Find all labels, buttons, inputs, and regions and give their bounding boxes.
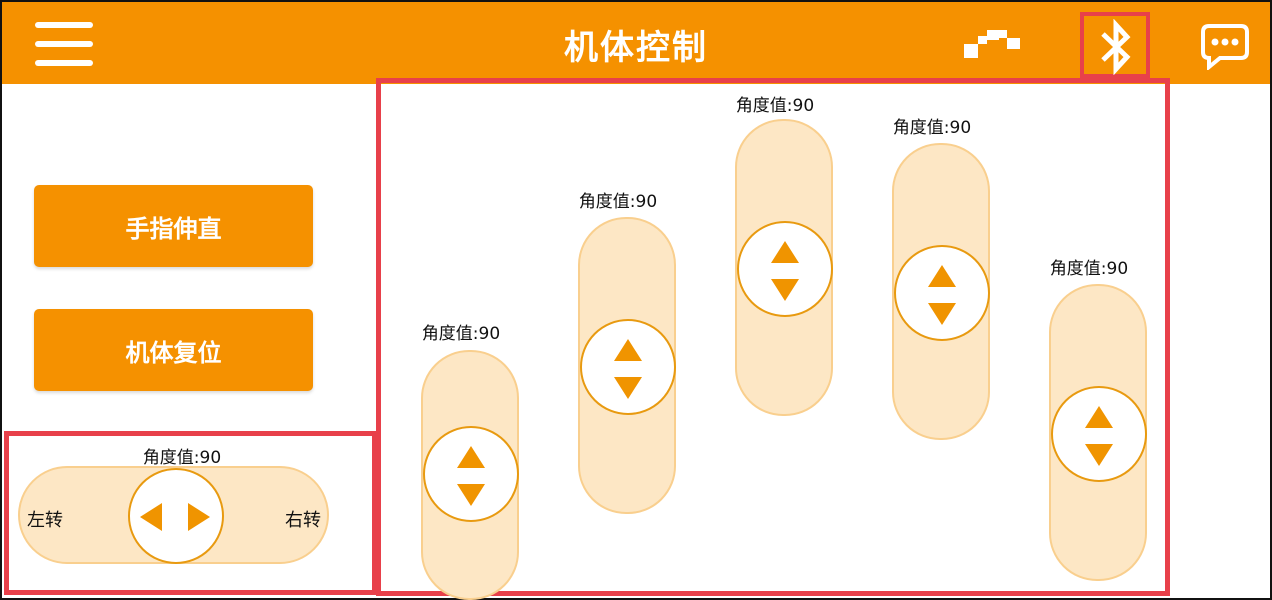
- base-rotation-track[interactable]: 左转 右转: [18, 466, 329, 564]
- servo-4-down-arrow-icon[interactable]: [928, 303, 956, 325]
- bluetooth-icon[interactable]: [1094, 19, 1138, 75]
- servo-2-knob[interactable]: [580, 319, 676, 415]
- base-rotation-knob[interactable]: [128, 468, 224, 564]
- straighten-fingers-button[interactable]: 手指伸直: [34, 185, 313, 267]
- rotate-right-arrow-icon[interactable]: [188, 503, 210, 531]
- servo-2-up-arrow-icon[interactable]: [614, 339, 642, 361]
- servo-1-down-arrow-icon[interactable]: [457, 484, 485, 506]
- servo-5-knob[interactable]: [1051, 386, 1147, 482]
- servo-5-down-arrow-icon[interactable]: [1085, 444, 1113, 466]
- servo-3-track[interactable]: [735, 119, 833, 416]
- servo-1-angle-label: 角度值:90: [421, 324, 501, 344]
- servo-5-up-arrow-icon[interactable]: [1085, 406, 1113, 428]
- steps-icon[interactable]: [962, 26, 1022, 62]
- servo-1-up-arrow-icon[interactable]: [457, 446, 485, 468]
- servo-4-up-arrow-icon[interactable]: [928, 265, 956, 287]
- servo-2-track[interactable]: [578, 217, 676, 514]
- servo-2-angle-label: 角度值:90: [578, 192, 658, 212]
- chat-icon[interactable]: [1200, 22, 1250, 70]
- servo-3-down-arrow-icon[interactable]: [771, 279, 799, 301]
- base-angle-label: 角度值:90: [142, 448, 222, 468]
- bluetooth-highlight: [1080, 12, 1150, 78]
- servo-4-angle-label: 角度值:90: [892, 118, 972, 138]
- servo-4-track[interactable]: [892, 143, 990, 440]
- servo-2-down-arrow-icon[interactable]: [614, 377, 642, 399]
- servo-3-angle-label: 角度值:90: [735, 96, 815, 116]
- rotate-left-arrow-icon[interactable]: [140, 503, 162, 531]
- servo-1-track[interactable]: [421, 350, 519, 600]
- servo-5-track[interactable]: [1049, 284, 1147, 581]
- turn-right-label: 右转: [285, 510, 321, 531]
- servo-3-up-arrow-icon[interactable]: [771, 241, 799, 263]
- top-app-bar: 机体控制: [2, 2, 1270, 84]
- body-reset-button[interactable]: 机体复位: [34, 309, 313, 391]
- servo-4-knob[interactable]: [894, 245, 990, 341]
- servo-5-angle-label: 角度值:90: [1049, 259, 1129, 279]
- servo-1-knob[interactable]: [423, 426, 519, 522]
- servo-3-knob[interactable]: [737, 221, 833, 317]
- turn-left-label: 左转: [27, 510, 63, 531]
